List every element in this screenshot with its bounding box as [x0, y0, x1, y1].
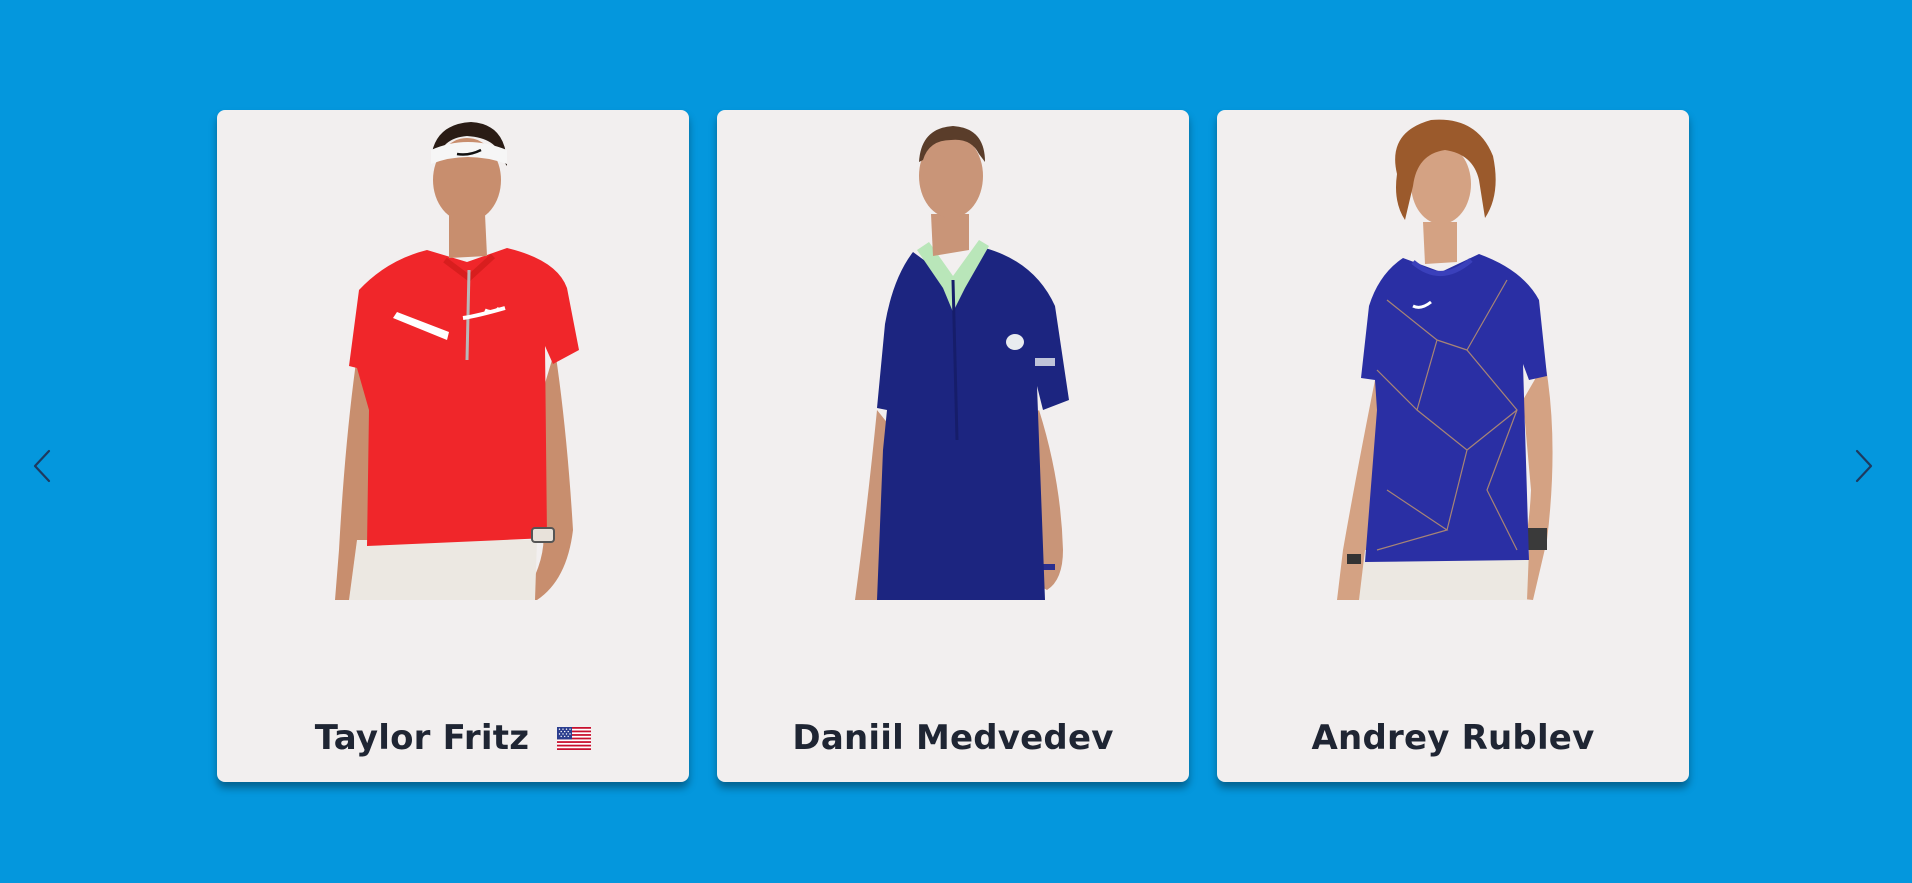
player-card[interactable]: Andrey Rublev [1217, 110, 1689, 782]
player-card[interactable]: Taylor Fritz [217, 110, 689, 782]
player-photo [717, 110, 1189, 600]
carousel-next-button[interactable] [1851, 448, 1877, 484]
chevron-left-icon [33, 449, 51, 483]
player-photo [1217, 110, 1689, 600]
player-name: Taylor Fritz [314, 718, 530, 758]
player-photo [217, 110, 689, 600]
player-card[interactable]: Daniil Medvedev [717, 110, 1189, 782]
player-photo-image [335, 122, 579, 600]
chevron-right-icon [1855, 449, 1873, 483]
player-photo-image [855, 126, 1069, 600]
player-name: Andrey Rublev [1311, 718, 1595, 758]
player-name-row: Daniil Medvedev [717, 713, 1189, 763]
player-name-row: Taylor Fritz [217, 713, 689, 763]
player-name: Daniil Medvedev [792, 718, 1114, 758]
player-name-row: Andrey Rublev [1217, 713, 1689, 763]
carousel-prev-button[interactable] [29, 448, 55, 484]
us-flag-icon [557, 726, 592, 750]
player-photo-image [1337, 119, 1553, 600]
player-carousel: Taylor Fritz Daniil Medvedev Andrey Rubl… [0, 0, 1912, 883]
